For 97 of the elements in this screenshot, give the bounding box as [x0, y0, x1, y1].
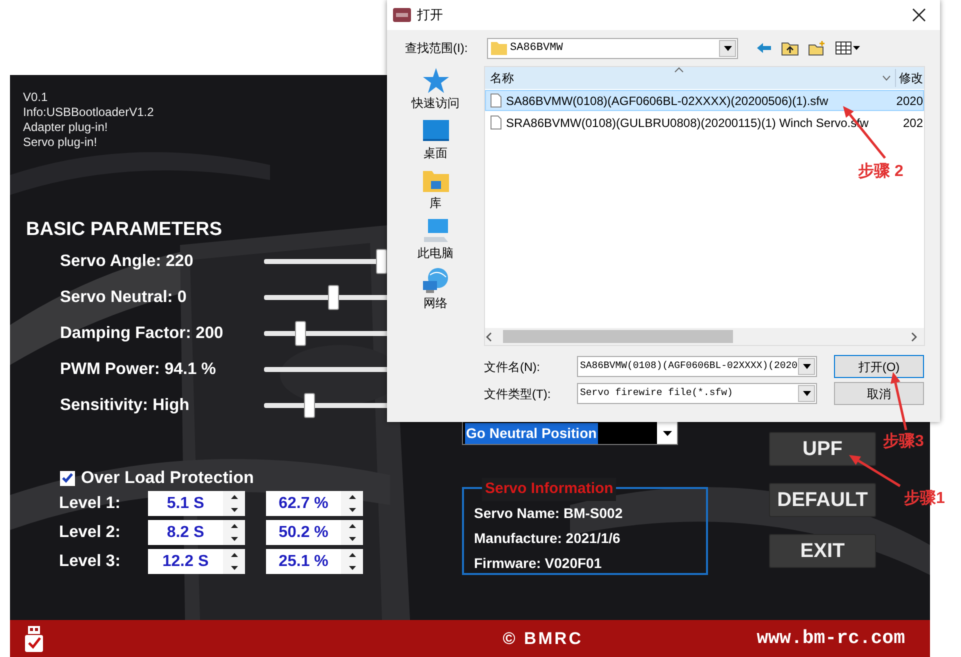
file-icon — [490, 115, 502, 130]
caret-down-icon[interactable] — [348, 536, 356, 541]
network-globe-icon — [422, 267, 450, 294]
section-heading: BASIC PARAMETERS — [26, 219, 222, 241]
close-icon[interactable] — [912, 8, 926, 22]
parameter-label: Damping Factor: 200 — [60, 322, 224, 344]
caret-down-icon[interactable] — [230, 566, 238, 570]
field-label: 查找范围(I): — [405, 40, 469, 57]
slider-thumb[interactable] — [295, 320, 306, 346]
desktop-icon — [422, 117, 450, 144]
scroll-right-icon[interactable] — [910, 332, 918, 342]
place-item[interactable]: 此电脑 — [418, 216, 454, 266]
dropdown-button[interactable] — [657, 422, 677, 444]
level-label: Level 3: — [59, 551, 122, 572]
dropdown-button[interactable] — [798, 385, 815, 402]
parameter-label: Sensitivity: High — [60, 394, 190, 416]
dialog-title: 打开 — [417, 6, 444, 24]
caret-up-icon[interactable] — [230, 495, 238, 500]
caret-down-icon[interactable] — [348, 508, 356, 512]
usb-drive-icon[interactable] — [24, 624, 44, 652]
caret-up-icon[interactable] — [230, 524, 238, 528]
place-item[interactable]: 网络 — [422, 266, 450, 316]
place-item[interactable]: 桌面 — [422, 116, 450, 166]
group-title: Servo Information — [482, 478, 616, 500]
caret-icon[interactable] — [802, 391, 810, 396]
parameter-label: PWM Power: 94.1 % — [60, 358, 217, 380]
parameter-label: Servo Angle: 220 — [60, 250, 194, 272]
up-folder-icon[interactable] — [781, 40, 799, 56]
view-menu-icon[interactable] — [835, 41, 861, 55]
folder-icon — [488, 39, 510, 57]
caret-up-icon[interactable] — [348, 524, 356, 528]
checkbox[interactable] — [60, 470, 75, 486]
level-label: Level 2: — [59, 522, 122, 544]
parameter-label: Servo Neutral: 0 — [60, 286, 188, 308]
app-icon — [393, 8, 411, 22]
new-folder-icon[interactable] — [808, 40, 826, 56]
scroll-thumb[interactable] — [503, 330, 733, 343]
info-text: Manufacture: 2021/1/6 — [474, 529, 620, 548]
caret-down-icon[interactable] — [230, 536, 238, 541]
annotation-arrow — [890, 372, 908, 430]
caret-up-icon[interactable] — [230, 553, 238, 558]
sort-icon — [674, 67, 684, 73]
annotation-label: 步骤 2 — [858, 162, 904, 182]
dropdown-button[interactable] — [719, 40, 736, 56]
place-item[interactable]: 库 — [422, 166, 450, 216]
scrollbar[interactable] — [485, 328, 924, 345]
dialog-button[interactable]: 取消 — [834, 382, 924, 405]
annotation-label: 步骤3 — [883, 432, 924, 452]
scroll-left-icon[interactable] — [485, 332, 493, 342]
chevron-icon[interactable] — [882, 75, 890, 81]
file-icon — [490, 93, 502, 108]
number-field[interactable]: 5.1 S — [148, 491, 223, 516]
level-label: Level 1: — [59, 493, 122, 514]
column-title: 名称 — [489, 70, 514, 87]
app-button[interactable]: EXIT — [769, 534, 876, 568]
website-text: www.bm-rc.com — [756, 626, 905, 652]
combo-field[interactable]: SA86BVMW(0108)(AGF0606BL-02XXXX)(2020 — [577, 356, 817, 377]
look-in-dropdown[interactable]: SA86BVMW — [487, 38, 738, 58]
star-icon — [422, 67, 450, 94]
status-text: Servo plug-in! — [23, 135, 98, 150]
status-text: Adapter plug-in! — [23, 120, 108, 135]
info-text: Servo Name: BM-S002 — [474, 504, 623, 523]
file-date: 2020 — [895, 92, 923, 110]
field-label: 文件名(N): — [484, 358, 541, 376]
caret-down-icon[interactable] — [348, 566, 356, 570]
annotation-arrow — [849, 455, 901, 488]
slider-thumb[interactable] — [376, 248, 387, 274]
file-name: SA86BVMW(0108)(AGF0606BL-02XXXX)(20200506)(1).sfw — [506, 92, 828, 110]
file-row[interactable]: SA86BVMW(0108)(AGF0606BL-02XXXX)(20200506)(1).sfw 2020 — [485, 90, 924, 111]
number-field[interactable]: 62.7 % — [266, 491, 341, 516]
column-title: 修改 — [895, 69, 924, 87]
number-field[interactable]: 8.2 S — [148, 520, 223, 545]
number-field[interactable]: 50.2 % — [266, 520, 341, 545]
status-text: V0.1 — [23, 90, 48, 105]
combo-field[interactable]: Servo firewire file(*.sfw) — [577, 383, 817, 404]
caret-up-icon[interactable] — [348, 495, 356, 500]
info-text: Firmware: V020F01 — [474, 554, 602, 573]
checkbox-label: Over Load Protection — [81, 467, 254, 490]
dropdown-button[interactable] — [798, 358, 815, 375]
caret-icon[interactable] — [802, 364, 810, 369]
field-label: 文件类型(T): — [484, 386, 552, 402]
copyright-text: © BMRC — [502, 628, 583, 650]
number-field[interactable]: 25.1 % — [266, 549, 341, 574]
computer-icon — [422, 217, 450, 244]
app-button[interactable]: DEFAULT — [769, 483, 876, 517]
dialog-button[interactable]: 打开(O) — [834, 355, 924, 378]
status-text: Info:USBBootloaderV1.2 — [23, 105, 154, 120]
back-arrow-icon[interactable] — [756, 41, 772, 55]
caret-down-icon[interactable] — [230, 508, 238, 512]
file-date: 202 — [902, 114, 923, 132]
caret-icon[interactable] — [662, 430, 672, 436]
place-item[interactable]: 快速访问 — [412, 66, 460, 116]
number-field[interactable]: 12.2 S — [148, 549, 223, 574]
caret-up-icon[interactable] — [348, 553, 356, 558]
app-button[interactable]: UPF — [769, 432, 876, 466]
dropdown[interactable]: Go Neutral Position — [462, 421, 678, 445]
caret-icon[interactable] — [724, 46, 732, 50]
